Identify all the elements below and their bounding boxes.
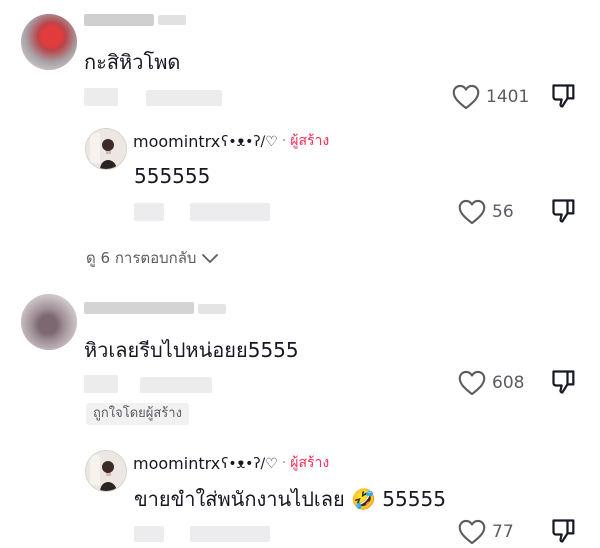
username-blurred-2 xyxy=(198,304,226,314)
liked-by-creator-badge: ถูกใจโดยผู้สร้าง xyxy=(86,403,189,425)
like-button[interactable]: 608 xyxy=(458,368,524,398)
like-count: 1401 xyxy=(486,87,530,107)
comment-text: กะสิหิวโพด xyxy=(84,50,181,74)
reply-button-blurred[interactable] xyxy=(146,90,222,106)
like-count: 56 xyxy=(492,202,514,222)
thumbs-down-outline-icon[interactable] xyxy=(550,517,578,545)
like-count: 608 xyxy=(492,373,525,393)
thumbs-down-outline-icon[interactable] xyxy=(550,82,578,110)
reply-like-button[interactable]: 56 xyxy=(458,197,514,227)
like-count: 77 xyxy=(492,522,514,542)
username-blurred-2 xyxy=(158,15,186,25)
heart-outline-icon xyxy=(458,199,486,225)
avatar[interactable] xyxy=(21,14,77,70)
comment-meta-blurred xyxy=(84,375,118,393)
reply-like-button[interactable]: 77 xyxy=(458,517,514,547)
reply-text: 555555 xyxy=(134,164,211,188)
reply-author-deco: ʕ•ᴥ•ʔ/♡ xyxy=(221,455,278,472)
chevron-down-icon xyxy=(202,254,219,263)
heart-outline-icon xyxy=(458,370,486,396)
username-blurred[interactable] xyxy=(84,302,194,314)
thumbs-down-outline-icon[interactable] xyxy=(550,197,578,225)
separator-dot: · xyxy=(281,455,287,471)
comment-text: หิวเลยรีบไปหน่อยย5555 xyxy=(84,338,299,362)
reply-button-blurred[interactable] xyxy=(140,377,212,393)
reply-reply-blurred[interactable] xyxy=(190,526,270,542)
thumbs-down-outline-icon[interactable] xyxy=(550,368,578,396)
reply-author-row: moomintrx ʕ•ᴥ•ʔ/♡ · ผู้สร้าง xyxy=(133,452,329,474)
reply-avatar[interactable] xyxy=(85,450,127,492)
username-blurred[interactable] xyxy=(84,14,154,26)
reply-author-name[interactable]: moomintrx xyxy=(133,132,220,151)
reply-author-name[interactable]: moomintrx xyxy=(133,454,220,473)
reply-avatar[interactable] xyxy=(85,128,127,170)
heart-outline-icon xyxy=(452,84,480,110)
separator-dot: · xyxy=(281,133,287,149)
creator-badge: ผู้สร้าง xyxy=(290,133,330,149)
view-replies-button[interactable]: ดู 6 การตอบกลับ xyxy=(86,247,220,269)
reply-meta-blurred xyxy=(134,526,164,542)
comment-meta-blurred xyxy=(84,88,118,106)
avatar[interactable] xyxy=(21,294,77,350)
view-replies-label: ดู 6 การตอบกลับ xyxy=(86,249,197,267)
creator-badge: ผู้สร้าง xyxy=(290,455,330,471)
avatar-image xyxy=(86,129,126,169)
like-button[interactable]: 1401 xyxy=(452,82,529,112)
heart-outline-icon xyxy=(458,519,486,545)
reply-reply-blurred[interactable] xyxy=(190,203,270,221)
reply-text: ขายขำใส่พนักงานไปเลย 🤣 55555 xyxy=(134,487,446,511)
avatar-image xyxy=(86,451,126,491)
reply-author-row: moomintrx ʕ•ᴥ•ʔ/♡ · ผู้สร้าง xyxy=(133,130,329,152)
reply-meta-blurred xyxy=(134,203,164,221)
reply-author-deco: ʕ•ᴥ•ʔ/♡ xyxy=(221,133,278,150)
